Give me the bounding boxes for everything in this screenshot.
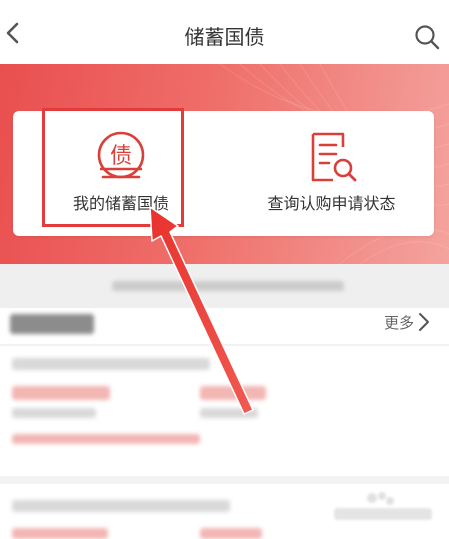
blurred-term [200, 386, 266, 400]
notice-bar [0, 264, 449, 308]
query-application-status-label: 查询认购申请状态 [267, 194, 396, 213]
highlight-box [42, 108, 184, 227]
blurred-notice-text [112, 281, 344, 291]
section-header: 更多 [0, 308, 449, 344]
blurred-section-title [10, 314, 94, 334]
search-icon[interactable] [414, 24, 440, 50]
watermark-logo [334, 492, 432, 520]
query-application-status-entry[interactable]: 查询认购申请状态 [229, 111, 434, 236]
blurred-product-name [12, 358, 210, 370]
document-search-icon [311, 132, 356, 182]
top-nav-bar: 储蓄国债 [0, 0, 449, 64]
bond-product-row[interactable] [0, 346, 449, 476]
page-title: 储蓄国债 [184, 25, 265, 49]
blurred-product-name [12, 500, 230, 512]
blurred-rate [12, 386, 110, 400]
chevron-right-icon[interactable] [417, 312, 431, 332]
blurred-rate-caption [12, 408, 96, 418]
more-link[interactable]: 更多 [384, 312, 414, 333]
blurred-product-note [12, 434, 200, 444]
blurred-rate [12, 528, 108, 539]
blurred-term-caption [200, 408, 258, 418]
blurred-term [200, 528, 262, 539]
